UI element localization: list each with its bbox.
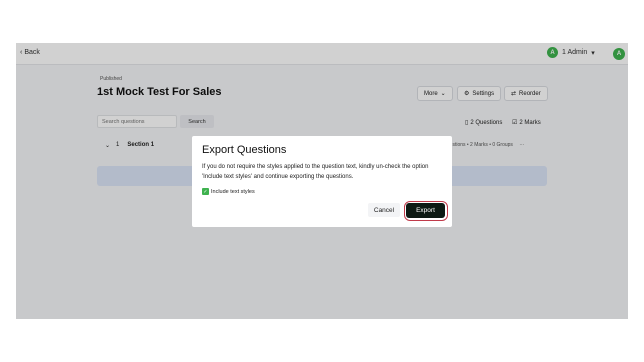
dialog-title: Export Questions (202, 144, 287, 156)
export-button[interactable]: Export (406, 203, 445, 218)
export-dialog: Export Questions If you do not require t… (192, 136, 452, 227)
dialog-message: If you do not require the styles applied… (202, 164, 429, 180)
cancel-button[interactable]: Cancel (368, 203, 400, 217)
include-styles-checkbox[interactable]: ✓ Include text styles (202, 188, 255, 195)
check-icon: ✓ (202, 188, 209, 195)
app-window: ‹ Back A 1 Admin ▾ A Published 1st Mock … (16, 43, 628, 319)
checkbox-label: Include text styles (211, 188, 255, 195)
